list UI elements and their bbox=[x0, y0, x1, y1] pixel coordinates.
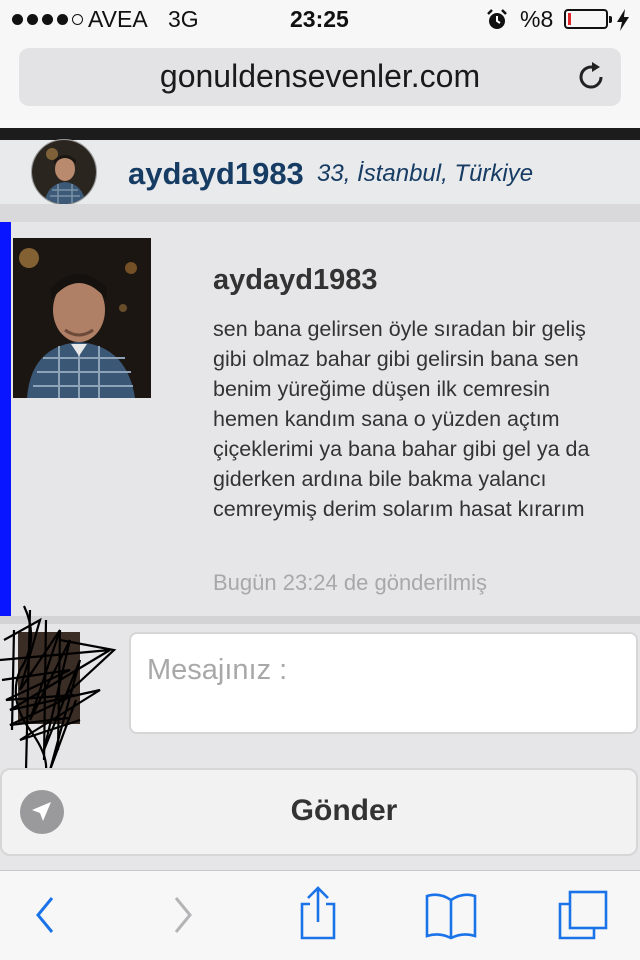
message-body: sen bana gelirsen öyle sıradan bir geliş… bbox=[213, 317, 590, 521]
battery-level bbox=[568, 13, 571, 25]
unread-indicator bbox=[0, 222, 11, 624]
share-icon[interactable] bbox=[296, 886, 340, 944]
reload-icon[interactable] bbox=[574, 60, 608, 94]
message-input[interactable] bbox=[129, 632, 638, 734]
battery-icon bbox=[564, 9, 612, 29]
status-bar: AVEA 3G 23:25 %8 bbox=[0, 0, 640, 40]
message-author[interactable]: aydayd1983 bbox=[213, 264, 377, 297]
back-icon[interactable] bbox=[30, 886, 60, 944]
alarm-clock-icon bbox=[487, 9, 507, 29]
tabs-icon[interactable] bbox=[556, 886, 610, 944]
profile-meta: 33, İstanbul, Türkiye bbox=[317, 160, 534, 187]
network-type: 3G bbox=[168, 6, 199, 32]
message-timestamp: Bugün 23:24 de gönderilmiş bbox=[213, 570, 487, 595]
page-top-border bbox=[0, 128, 640, 140]
bookmarks-icon[interactable] bbox=[424, 886, 478, 944]
header-divider bbox=[0, 204, 640, 222]
profile-avatar[interactable] bbox=[31, 139, 97, 205]
battery-percent: %8 bbox=[520, 6, 554, 32]
signal-dots-icon bbox=[12, 14, 83, 25]
scribbled-avatar bbox=[0, 605, 117, 779]
profile-username[interactable]: aydayd1983 bbox=[128, 156, 304, 192]
sender-photo[interactable] bbox=[13, 238, 151, 398]
forward-icon[interactable] bbox=[168, 886, 198, 944]
url-text[interactable]: gonuldensevenler.com bbox=[0, 58, 640, 95]
send-button-label[interactable]: Gönder bbox=[0, 794, 640, 828]
carrier-name: AVEA bbox=[88, 6, 148, 32]
charging-bolt-icon bbox=[617, 9, 629, 31]
clock: 23:25 bbox=[290, 6, 349, 32]
